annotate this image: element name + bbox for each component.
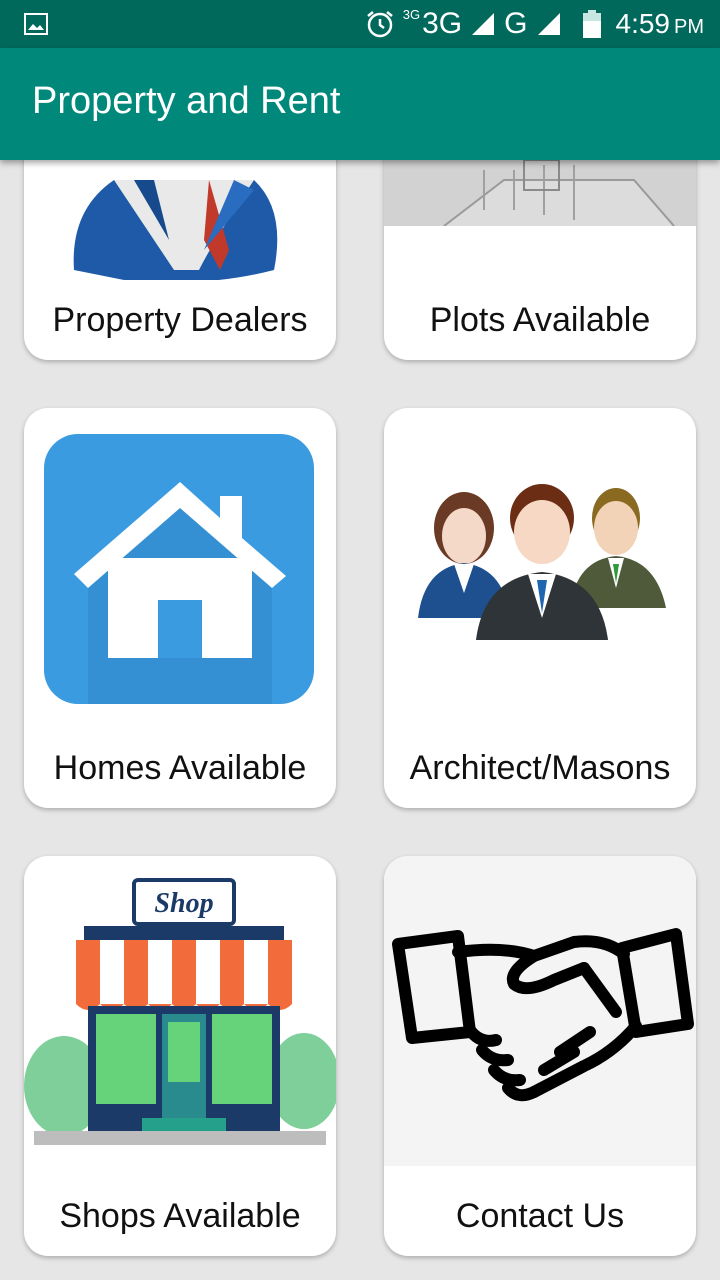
card-label: Contact Us (455, 1197, 625, 1235)
card-label: Shops Available (59, 1197, 301, 1235)
clock-ampm: PM (674, 15, 704, 38)
handshake-icon (384, 856, 696, 1166)
card-homes-available[interactable]: Homes Available (24, 408, 336, 808)
card-label: Architect/Masons (409, 749, 671, 787)
clock-time: 4:59 (615, 8, 671, 39)
card-label: Property Dealers (52, 301, 308, 339)
status-icons: 3G 3G G 4:59 PM (365, 0, 704, 48)
alarm-icon (367, 11, 393, 38)
shop-icon: Shop (24, 878, 336, 1145)
page-title: Property and Rent (32, 80, 341, 122)
network-type-2: G (504, 7, 528, 40)
battery-icon (582, 10, 601, 38)
gallery-icon (24, 13, 48, 35)
card-plots-available[interactable]: Plots Available (384, 160, 696, 360)
network-type: 3G (422, 7, 463, 40)
category-grid[interactable]: Property Dealers Plots Available Homes A… (0, 160, 720, 1280)
svg-text:Shop: Shop (154, 888, 213, 919)
signal-icon (472, 13, 495, 35)
network-type-small: 3G (402, 6, 421, 22)
card-label: Homes Available (53, 749, 307, 787)
status-bar: 3G 3G G 4:59 PM (0, 0, 720, 48)
plot-building-icon (384, 160, 696, 226)
card-property-dealers[interactable]: Property Dealers (24, 160, 336, 360)
card-label: Plots Available (429, 301, 651, 339)
app-bar: Property and Rent (0, 48, 720, 160)
card-shops-available[interactable]: Shop Shops Available (24, 856, 336, 1256)
house-icon (44, 434, 314, 704)
dealer-person-icon (73, 180, 278, 280)
card-architect-masons[interactable]: Architect/Masons (384, 408, 696, 808)
signal-icon (537, 13, 560, 35)
people-group-icon (418, 484, 666, 640)
card-contact-us[interactable]: Contact Us (384, 856, 696, 1256)
